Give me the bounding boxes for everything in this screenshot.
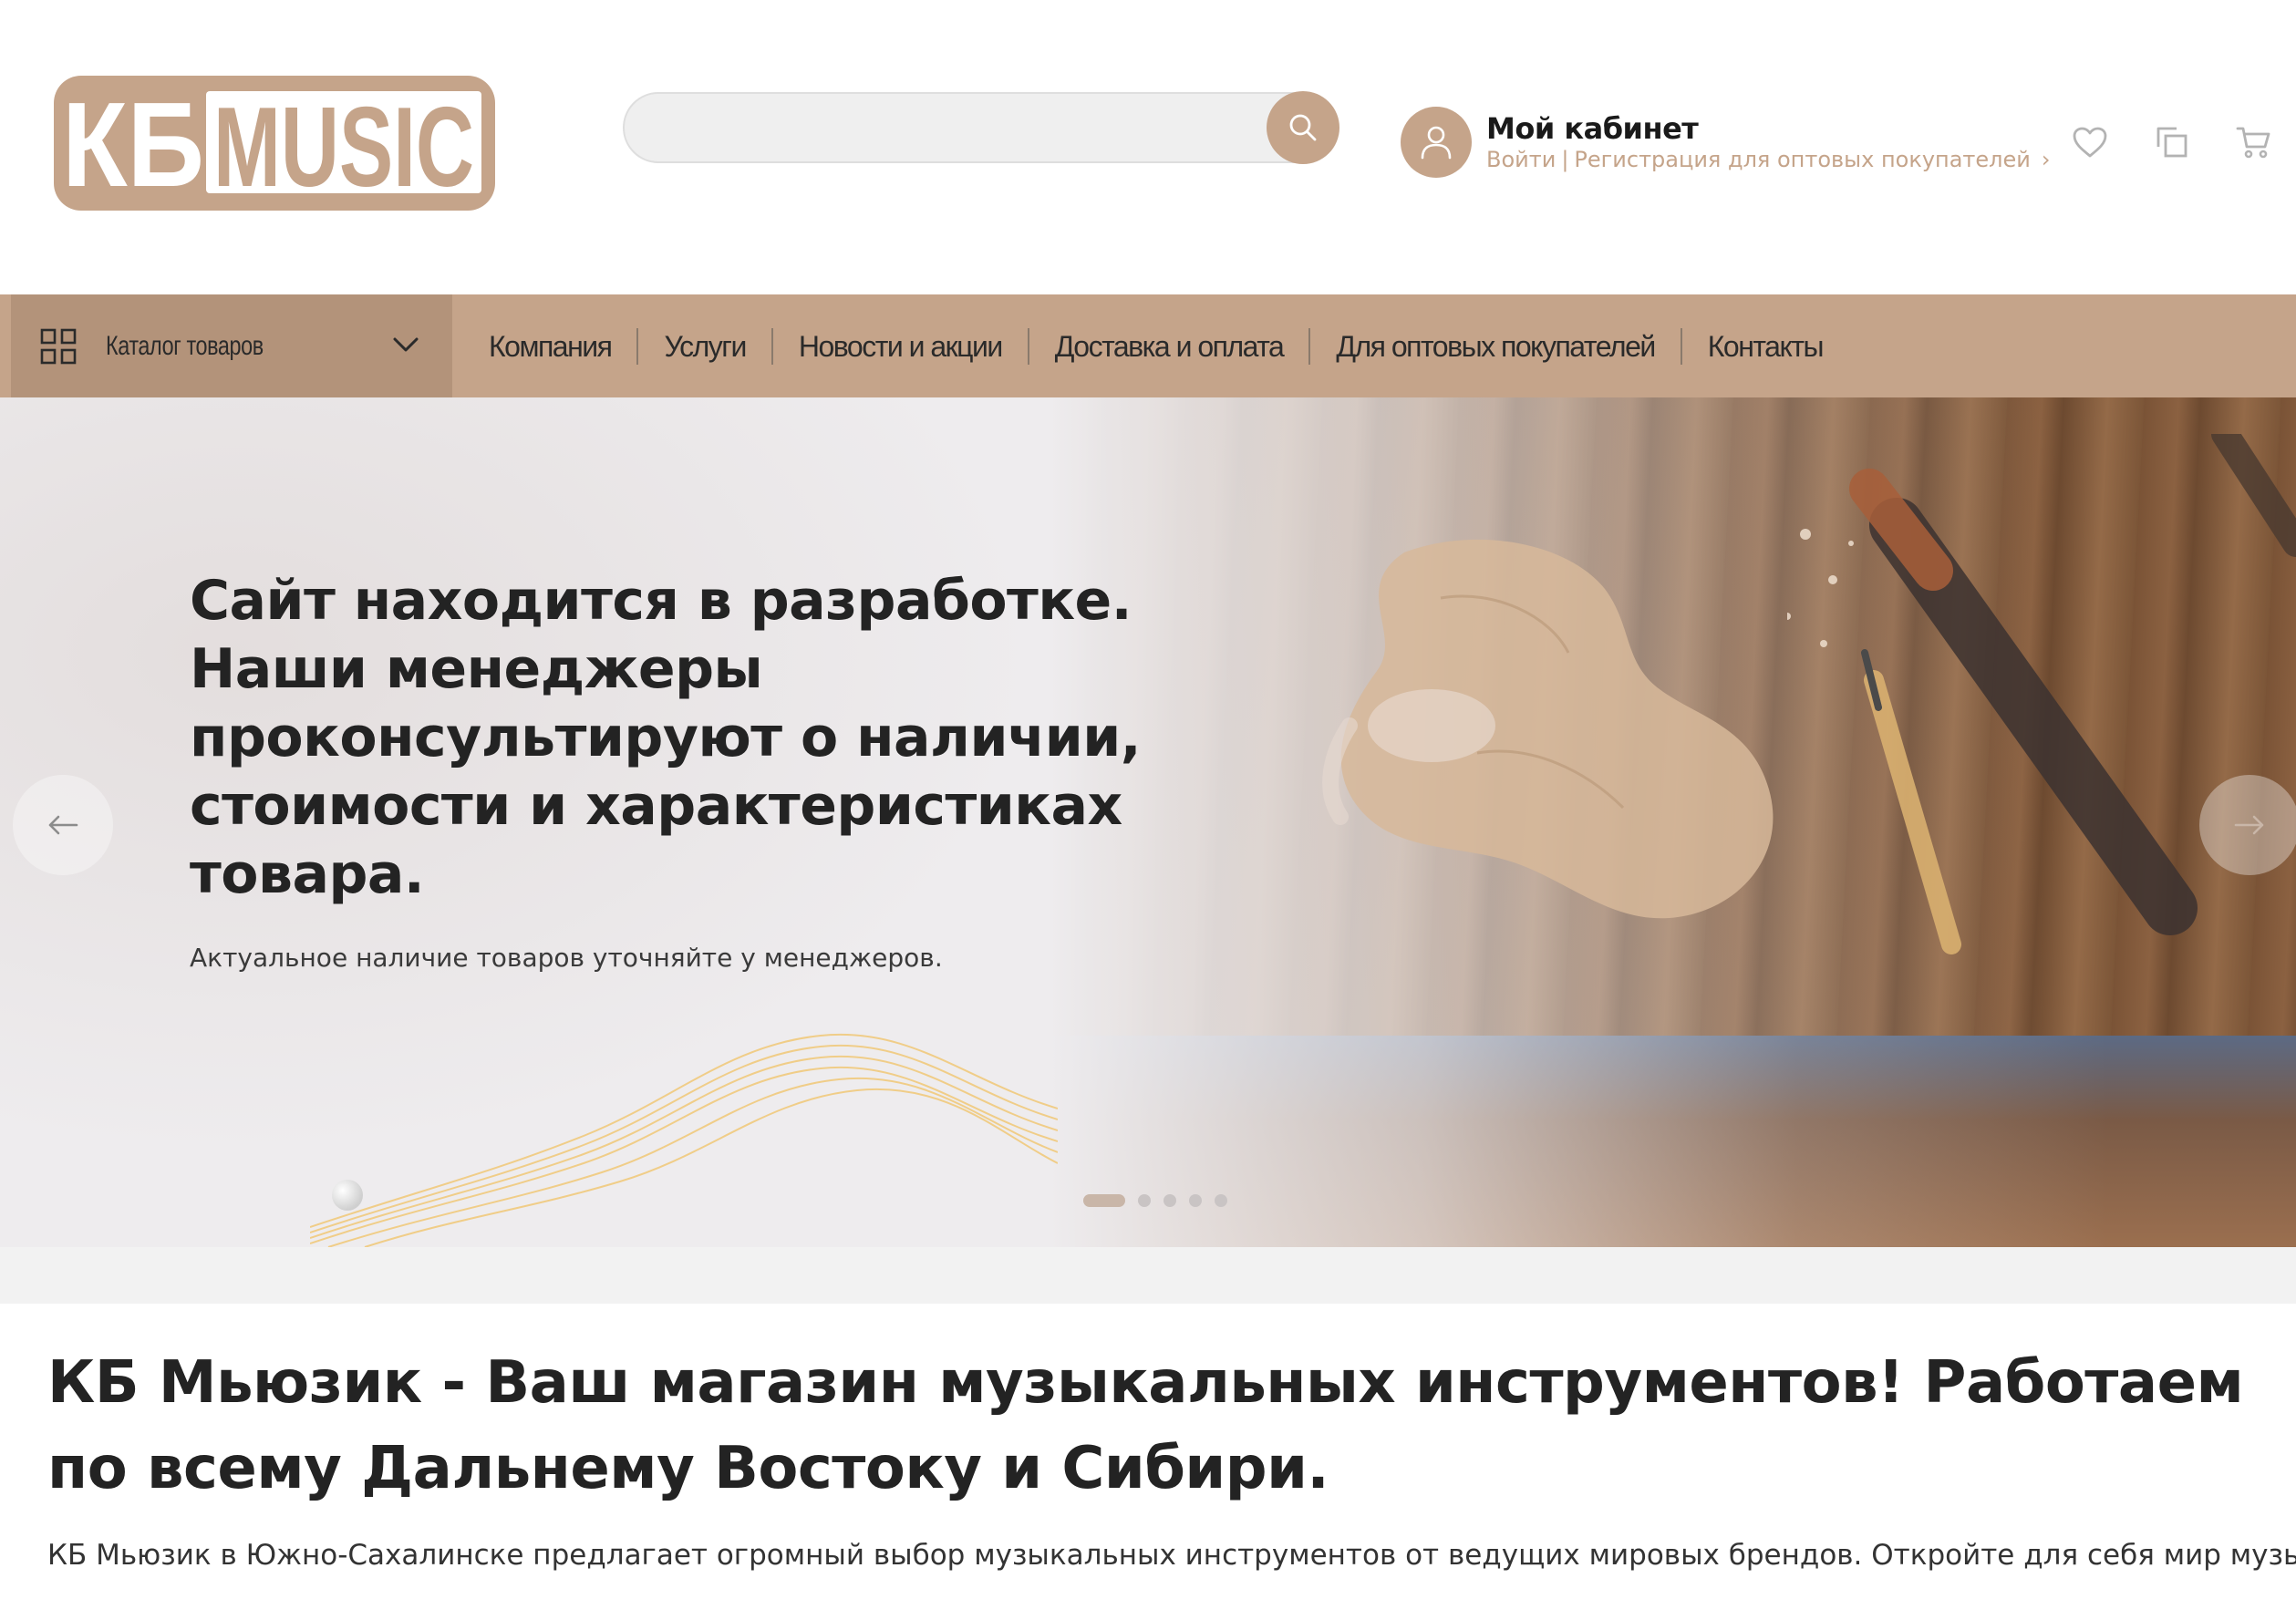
slider-pagination	[1083, 1194, 1227, 1207]
cart-icon	[2236, 127, 2270, 159]
chevron-down-icon	[393, 337, 419, 352]
grid-icon	[40, 328, 77, 364]
logo-text-left: КБ	[62, 77, 204, 211]
arrow-right-icon	[2234, 815, 2264, 835]
page: КБ MUSIC Мой кабинет Войти | Регистрация…	[0, 0, 2296, 1599]
logo-graphic: КБ MUSIC	[54, 76, 495, 211]
hero-background-floor	[1049, 1036, 2296, 1247]
user-icon	[1421, 126, 1452, 160]
compare-button[interactable]	[2152, 122, 2192, 162]
login-link[interactable]: Войти	[1486, 146, 1556, 173]
nav-item-delivery[interactable]: Доставка и оплата	[1027, 327, 1309, 365]
compare-icon	[2156, 127, 2187, 158]
search-button[interactable]	[1267, 91, 1339, 164]
intro-text: КБ Мьюзик в Южно-Сахалинске предлагает о…	[47, 1539, 2296, 1572]
nav-item-wholesale[interactable]: Для оптовых покупателей	[1308, 327, 1680, 365]
nav-items: Компания Услуги Новости и акции Доставка…	[463, 294, 1848, 397]
site-header: КБ MUSIC Мой кабинет Войти | Регистрация…	[0, 0, 2296, 294]
chevron-right-icon: ›	[2041, 147, 2051, 172]
slider-dot-2[interactable]	[1138, 1194, 1151, 1207]
hero-subtitle: Актуальное наличие товаров уточняйте у м…	[190, 943, 943, 973]
heart-icon	[2073, 127, 2107, 158]
search-bar	[623, 91, 1339, 164]
slider-next-button[interactable]	[2199, 775, 2296, 875]
favorites-button[interactable]	[2070, 122, 2110, 162]
account-title[interactable]: Мой кабинет	[1486, 111, 2050, 146]
account-avatar[interactable]	[1401, 107, 1472, 178]
hero-slider: Сайт находится в разработке. Наши менедж…	[0, 397, 2296, 1247]
cart-button[interactable]	[2234, 122, 2274, 162]
decorative-waves	[310, 1033, 1058, 1247]
account-block: Мой кабинет Войти | Регистрация для опто…	[1401, 106, 2050, 179]
section-divider	[0, 1247, 2296, 1304]
hero-title: Сайт находится в разработке. Наши менедж…	[190, 569, 1142, 906]
account-links: Войти | Регистрация для оптовых покупате…	[1486, 146, 2050, 173]
register-link[interactable]: Регистрация для оптовых покупателей	[1574, 146, 2030, 173]
intro-title: КБ Мьюзик - Ваш магазин музыкальных инст…	[47, 1349, 2244, 1502]
arrow-left-icon	[48, 815, 78, 835]
violin-illustration	[1322, 539, 1774, 919]
nav-item-services[interactable]: Услуги	[636, 327, 771, 365]
main-nav: Каталог товаров Компания Услуги Новости …	[0, 294, 2296, 397]
slider-prev-button[interactable]	[13, 775, 113, 875]
site-logo[interactable]: КБ MUSIC	[51, 73, 498, 213]
logo-text-right: MUSIC	[213, 85, 474, 211]
header-icons	[2070, 120, 2274, 164]
nav-item-contacts[interactable]: Контакты	[1680, 327, 1848, 365]
slider-dot-3[interactable]	[1164, 1194, 1176, 1207]
tools-illustration	[1787, 434, 2296, 954]
nav-item-company[interactable]: Компания	[463, 328, 636, 365]
catalog-button[interactable]: Каталог товаров	[11, 294, 452, 397]
account-text: Мой кабинет Войти | Регистрация для опто…	[1486, 111, 2050, 173]
slider-dot-4[interactable]	[1189, 1194, 1202, 1207]
intro-section: КБ Мьюзик - Ваш магазин музыкальных инст…	[11, 1304, 2296, 1599]
search-icon	[1289, 114, 1317, 141]
slider-dot-5[interactable]	[1215, 1194, 1227, 1207]
decorative-ball	[332, 1180, 363, 1211]
account-separator: |	[1561, 147, 1569, 172]
catalog-label: Каталог товаров	[106, 330, 264, 361]
nav-item-news[interactable]: Новости и акции	[771, 327, 1028, 365]
search-input[interactable]	[652, 94, 1236, 161]
slider-dot-1[interactable]	[1083, 1194, 1125, 1207]
